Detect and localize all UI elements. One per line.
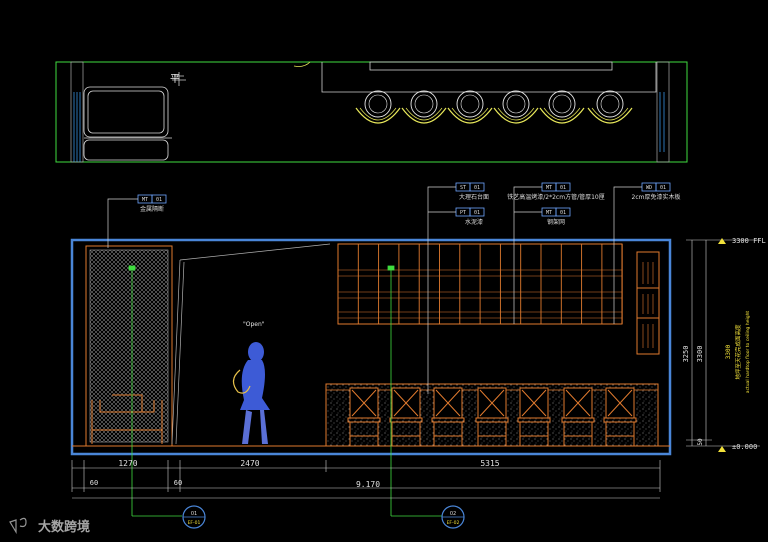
material-tag-4: MT 01 铁艺高温烤漆/2*2cm方管/管厚10厘 <box>507 182 605 201</box>
tag-desc: 2cm厚免漆实木板 <box>632 193 681 201</box>
tag-num: 01 <box>560 185 566 191</box>
material-tag-3: PT 01 水泥漆 <box>455 207 485 226</box>
watermark-text: 大数跨境 <box>38 519 90 535</box>
tag-desc: 水泥漆 <box>465 218 483 226</box>
vertical-dimensions: 3300 FFL ±0.000 3250 3300 50 3300 地坪至天花完… <box>682 237 766 452</box>
tag-num: 01 <box>560 210 566 216</box>
vdim-3300: 3300 <box>696 346 704 363</box>
section-callouts: 01 EF-01 02 EF-02 <box>182 505 465 529</box>
side-cabinet <box>636 251 660 355</box>
material-tag-5: MT 01 钢架网 <box>541 207 571 226</box>
tag-code: WD <box>646 185 652 191</box>
plan-label: 平 <box>170 74 180 85</box>
vnote-en: actual hardtop floor to ceiling height <box>745 311 751 394</box>
watermark: 大数跨境 <box>9 517 90 535</box>
plan-stools <box>355 90 633 124</box>
plan-view: 平 <box>55 61 688 163</box>
dim-60-right: 60 <box>174 479 182 487</box>
tag-desc: 钢架网 <box>547 218 565 226</box>
zero-label: ±0.000 <box>732 443 757 451</box>
material-tag-2: ST 01 大理石台面 <box>455 182 489 201</box>
callout-02-num: 02 <box>450 511 456 517</box>
dim-total: 9.170 <box>356 480 380 489</box>
tag-num: 01 <box>474 210 480 216</box>
tag-code: ST <box>460 185 466 191</box>
dim-2470: 2470 <box>240 459 259 468</box>
cad-drawing: 平 MT 01 金属隔断 ST 01 大理石台面 PT 01 水泥漆 MT 01 铁艺高温烤漆/2*2… <box>9 61 766 535</box>
plan-stool-5 <box>539 90 585 124</box>
tag-num: 01 <box>474 185 480 191</box>
tag-code: MT <box>142 197 148 203</box>
tag-code: PT <box>460 210 466 216</box>
dim-1270: 1270 <box>118 459 137 468</box>
plan-sofa <box>83 86 172 161</box>
horizontal-dimensions <box>71 460 661 499</box>
ffl-label: 3300 FFL <box>732 237 766 245</box>
material-tags: MT 01 金属隔断 ST 01 大理石台面 PT 01 水泥漆 MT 01 铁艺高温烤漆/2*2cm… <box>137 182 681 226</box>
material-tag-1: MT 01 金属隔断 <box>137 194 167 213</box>
metal-mesh-partition <box>85 245 173 447</box>
callout-01[interactable]: 01 EF-01 <box>182 505 206 529</box>
callout-01-ref: EF-01 <box>188 520 201 526</box>
callout-01-num: 01 <box>191 511 197 517</box>
tag-code: MT <box>546 210 552 216</box>
dim-60-left: 60 <box>90 479 98 487</box>
tag-code: MT <box>546 185 552 191</box>
wine-shelf <box>337 243 623 325</box>
tag-desc: 大理石台面 <box>459 193 489 201</box>
tag-num: 01 <box>660 185 666 191</box>
tag-num: 01 <box>156 197 162 203</box>
vdim-50: 50 <box>697 438 704 446</box>
callout-02-ref: EF-02 <box>447 520 460 526</box>
tag-desc: 金属隔断 <box>140 205 164 213</box>
plan-stool-6 <box>587 90 633 124</box>
figure-caption: "Open" <box>243 321 265 328</box>
callout-02[interactable]: 02 EF-02 <box>441 505 465 529</box>
vdim-3250: 3250 <box>682 346 690 363</box>
plan-stool-2 <box>401 90 447 124</box>
plan-bar-counter <box>321 61 657 93</box>
elevation-view: "Open" <box>70 238 672 456</box>
material-tag-6: WD 01 2cm厚免漆实木板 <box>632 182 681 201</box>
vnote-big: 3300 <box>725 344 732 359</box>
plan-stool-3 <box>447 90 493 124</box>
person-figure: "Open" <box>232 321 270 444</box>
vnote-cn: 地坪至天花完成面高度 <box>734 324 742 380</box>
dim-5315: 5315 <box>480 459 499 468</box>
plan-stool-1 <box>355 90 401 124</box>
plan-stool-4 <box>493 90 539 124</box>
dimension-labels: 1270 2470 5315 60 60 9.170 <box>90 459 500 489</box>
tag-desc: 铁艺高温烤漆/2*2cm方管/管厚10厘 <box>507 193 604 201</box>
